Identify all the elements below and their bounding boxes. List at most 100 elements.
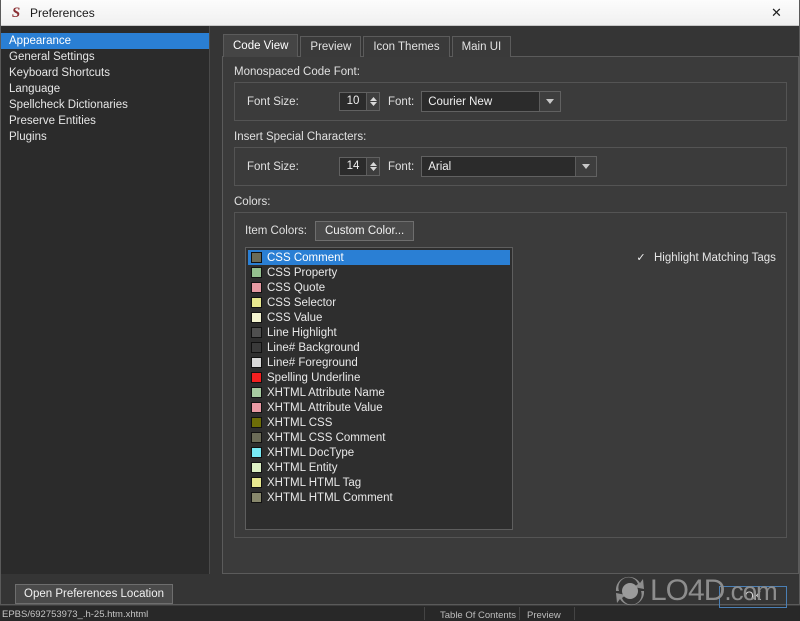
color-swatch-icon [251, 462, 262, 473]
dialog-footer: Open Preferences Location OK [1, 574, 799, 616]
special-chars-group-label: Insert Special Characters: [234, 131, 367, 143]
color-list-item[interactable]: CSS Quote [248, 280, 510, 295]
chevron-up-icon [369, 162, 377, 166]
color-list-item[interactable]: Line# Background [248, 340, 510, 355]
color-item-list[interactable]: CSS Comment CSS Property CSS Quote CSS Sele… [245, 247, 513, 530]
color-swatch-icon [251, 447, 262, 458]
chevron-down-icon[interactable] [575, 157, 597, 176]
sidebar-item-label: Language [9, 83, 61, 95]
sidebar-item-appearance[interactable]: Appearance [1, 33, 209, 49]
color-item-label: XHTML HTML Comment [267, 491, 393, 504]
tab-icon-themes[interactable]: Icon Themes [363, 36, 450, 57]
color-item-label: CSS Property [267, 266, 338, 279]
color-swatch-icon [251, 387, 262, 398]
dialog-main-area: Appearance General Settings Keyboard Short… [1, 26, 799, 574]
color-item-label: XHTML HTML Tag [267, 476, 362, 489]
sidebar-item-plugins[interactable]: Plugins [1, 129, 209, 145]
color-list-item[interactable]: Line Highlight [248, 325, 510, 340]
tab-code-view[interactable]: Code View [223, 34, 299, 57]
color-list-item[interactable]: CSS Property [248, 265, 510, 280]
color-list-item[interactable]: Spelling Underline [248, 370, 510, 385]
custom-color-button[interactable]: Custom Color... [315, 221, 415, 241]
highlight-matching-tags-label: Highlight Matching Tags [654, 252, 776, 264]
color-item-label: CSS Comment [267, 251, 344, 264]
dialog-body: Appearance General Settings Keyboard Short… [1, 26, 799, 616]
color-list-item[interactable]: XHTML Attribute Value [248, 400, 510, 415]
special-font-family-select[interactable]: Arial [421, 156, 598, 177]
color-item-label: Line Highlight [267, 326, 337, 339]
special-font-size-stepper[interactable]: 14 [339, 157, 380, 176]
color-item-label: XHTML Attribute Name [267, 386, 385, 399]
color-item-label: CSS Quote [267, 281, 326, 294]
sidebar-item-label: General Settings [9, 51, 95, 63]
color-swatch-icon [251, 327, 262, 338]
sidebar-item-label: Keyboard Shortcuts [9, 67, 111, 79]
color-list-item[interactable]: CSS Selector [248, 295, 510, 310]
highlight-matching-tags-checkbox[interactable]: ✓ Highlight Matching Tags [635, 252, 776, 264]
special-chars-groupbox: Font Size: 14 Font: Arial [234, 147, 787, 186]
tab-bar: Code View Preview Icon Themes Main UI [223, 34, 799, 57]
color-swatch-icon [251, 492, 262, 503]
checkmark-icon[interactable]: ✓ [635, 252, 647, 264]
colors-group-label: Colors: [234, 196, 271, 208]
preferences-dialog: S Preferences ✕ Appearance General Settin… [0, 0, 800, 608]
color-swatch-icon [251, 252, 262, 263]
mono-font-size-value[interactable]: 10 [340, 93, 366, 110]
color-swatch-icon [251, 342, 262, 353]
color-swatch-icon [251, 402, 262, 413]
sidebar-item-language[interactable]: Language [1, 81, 209, 97]
tab-label: Main UI [461, 41, 502, 53]
color-list-item[interactable]: XHTML HTML Comment [248, 490, 510, 505]
color-list-item[interactable]: XHTML CSS Comment [248, 430, 510, 445]
color-swatch-icon [251, 432, 262, 443]
color-list-item[interactable]: XHTML CSS [248, 415, 510, 430]
color-list-item[interactable]: Line# Foreground [248, 355, 510, 370]
mono-font-size-spin-arrows[interactable] [366, 93, 379, 110]
color-list-item[interactable]: CSS Value [248, 310, 510, 325]
special-font-size-value[interactable]: 14 [340, 158, 366, 175]
mono-font-size-stepper[interactable]: 10 [339, 92, 380, 111]
color-item-label: XHTML Attribute Value [267, 401, 383, 414]
color-swatch-icon [251, 372, 262, 383]
sidebar-item-label: Preserve Entities [9, 115, 96, 127]
color-list-item[interactable]: XHTML Attribute Name [248, 385, 510, 400]
open-preferences-location-button[interactable]: Open Preferences Location [15, 584, 174, 604]
color-item-label: CSS Value [267, 311, 323, 324]
item-colors-label: Item Colors: [245, 225, 307, 237]
color-list-item[interactable]: XHTML DocType [248, 445, 510, 460]
ok-button[interactable]: OK [719, 586, 787, 608]
special-font-size-spin-arrows[interactable] [366, 158, 379, 175]
mono-font-size-label: Font Size: [247, 95, 299, 108]
mono-font-groupbox: Font Size: 10 Font: Courier New [234, 82, 787, 121]
tab-label: Preview [310, 41, 352, 53]
tab-main-ui[interactable]: Main UI [451, 36, 512, 57]
sigil-s-logo-icon: S [11, 4, 21, 21]
sidebar-item-label: Appearance [9, 35, 72, 47]
chevron-down-icon [369, 167, 377, 171]
preferences-category-sidebar: Appearance General Settings Keyboard Short… [1, 26, 210, 574]
chevron-down-icon[interactable] [539, 92, 561, 111]
color-item-label: XHTML DocType [267, 446, 355, 459]
mono-font-label: Font: [388, 95, 415, 108]
tab-preview[interactable]: Preview [300, 36, 362, 57]
sidebar-item-keyboard-shortcuts[interactable]: Keyboard Shortcuts [1, 65, 209, 81]
sidebar-item-general-settings[interactable]: General Settings [1, 49, 209, 65]
close-icon[interactable]: ✕ [754, 0, 799, 25]
mono-font-family-value: Courier New [428, 95, 493, 108]
chevron-up-icon [369, 97, 377, 101]
color-list-item[interactable]: XHTML HTML Tag [248, 475, 510, 490]
sidebar-item-spellcheck-dictionaries[interactable]: Spellcheck Dictionaries [1, 97, 209, 113]
color-item-label: Line# Background [267, 341, 360, 354]
special-font-row: Font Size: 14 Font: Arial [247, 156, 774, 177]
colors-content-row: CSS Comment CSS Property CSS Quote CSS Sele… [245, 247, 776, 530]
color-item-label: CSS Selector [267, 296, 337, 309]
mono-font-family-select[interactable]: Courier New [421, 91, 562, 112]
dialog-title-bar: S Preferences ✕ [1, 0, 799, 26]
color-list-item[interactable]: CSS Comment [248, 250, 510, 265]
sidebar-item-label: Spellcheck Dictionaries [9, 99, 128, 111]
color-swatch-icon [251, 312, 262, 323]
color-swatch-icon [251, 297, 262, 308]
color-list-item[interactable]: XHTML Entity [248, 460, 510, 475]
sidebar-item-preserve-entities[interactable]: Preserve Entities [1, 113, 209, 129]
color-swatch-icon [251, 267, 262, 278]
